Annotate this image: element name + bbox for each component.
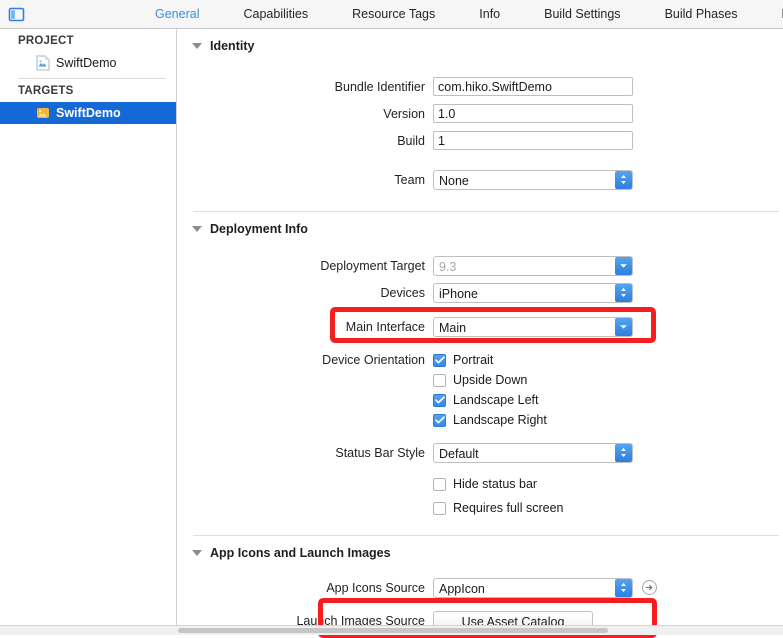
deployment-target-label: Deployment Target bbox=[177, 259, 433, 273]
checkbox-landscape-right[interactable] bbox=[433, 414, 446, 427]
section-identity: Identity Bundle Identifier com.hiko.Swif… bbox=[177, 29, 783, 211]
row-device-orientation-portrait: Device Orientation Portrait bbox=[177, 350, 783, 370]
sidebar-project-label: SwiftDemo bbox=[56, 56, 116, 70]
section-app-icons-launch-images: App Icons and Launch Images App Icons So… bbox=[177, 535, 783, 626]
build-input[interactable]: 1 bbox=[433, 131, 633, 150]
reveal-arrow-icon[interactable] bbox=[642, 580, 657, 595]
use-asset-catalog-button[interactable]: Use Asset Catalog bbox=[433, 611, 593, 627]
checkbox-hide-status-bar[interactable] bbox=[433, 478, 446, 491]
disclosure-triangle-icon[interactable] bbox=[192, 43, 202, 49]
horizontal-scrollbar[interactable] bbox=[0, 625, 783, 635]
row-requires-full-screen: Requires full screen bbox=[177, 498, 783, 518]
checkbox-portrait-label: Portrait bbox=[453, 353, 493, 367]
sidebar-item-target-swiftdemo[interactable]: SwiftDemo bbox=[0, 102, 176, 124]
devices-popup[interactable]: iPhone bbox=[433, 283, 633, 303]
disclosure-triangle-icon[interactable] bbox=[192, 550, 202, 556]
device-orientation-label: Device Orientation bbox=[177, 353, 433, 367]
checkbox-requires-full-screen-label: Requires full screen bbox=[453, 501, 563, 515]
row-deployment-target: Deployment Target 9.3 bbox=[177, 252, 783, 279]
row-device-orientation-landscape-left: Landscape Left bbox=[177, 390, 783, 410]
build-label: Build bbox=[177, 134, 433, 148]
tab-capabilities[interactable]: Capabilities bbox=[221, 0, 330, 28]
project-file-icon bbox=[36, 55, 50, 71]
chevron-down-icon[interactable] bbox=[615, 257, 632, 275]
bundle-identifier-input[interactable]: com.hiko.SwiftDemo bbox=[433, 77, 633, 96]
app-icons-source-label: App Icons Source bbox=[177, 581, 433, 595]
row-launch-images-source: Launch Images Source Use Asset Catalog bbox=[177, 607, 783, 626]
row-main-interface: Main Interface Main bbox=[177, 313, 783, 340]
checkbox-hide-status-bar-label: Hide status bar bbox=[453, 477, 537, 491]
general-settings-pane: Identity Bundle Identifier com.hiko.Swif… bbox=[177, 29, 783, 626]
sidebar-group-project: PROJECT bbox=[0, 29, 176, 52]
status-bar-style-label: Status Bar Style bbox=[177, 446, 433, 460]
row-build: Build 1 bbox=[177, 127, 783, 154]
row-app-icons-source: App Icons Source AppIcon bbox=[177, 574, 783, 601]
app-target-icon bbox=[36, 105, 50, 121]
main-interface-combo[interactable]: Main bbox=[433, 317, 633, 337]
tab-build-rules[interactable]: Build Rules bbox=[760, 0, 783, 28]
horizontal-scrollbar-thumb[interactable] bbox=[178, 628, 608, 633]
tab-list: General Capabilities Resource Tags Info … bbox=[133, 0, 783, 28]
status-bar-style-popup[interactable]: Default bbox=[433, 443, 633, 463]
row-device-orientation-landscape-right: Landscape Right bbox=[177, 410, 783, 430]
devices-label: Devices bbox=[177, 286, 433, 300]
chevron-updown-icon[interactable] bbox=[615, 579, 632, 597]
checkbox-landscape-left[interactable] bbox=[433, 394, 446, 407]
app-icons-source-popup[interactable]: AppIcon bbox=[433, 578, 633, 598]
checkbox-portrait[interactable] bbox=[433, 354, 446, 367]
row-team: Team None bbox=[177, 166, 783, 193]
row-hide-status-bar: Hide status bar bbox=[177, 474, 783, 494]
checkbox-requires-full-screen[interactable] bbox=[433, 502, 446, 515]
version-input[interactable]: 1.0 bbox=[433, 104, 633, 123]
tab-bar: General Capabilities Resource Tags Info … bbox=[0, 0, 783, 29]
sidebar-group-targets: TARGETS bbox=[0, 79, 176, 102]
tab-build-phases[interactable]: Build Phases bbox=[643, 0, 760, 28]
disclosure-triangle-icon[interactable] bbox=[192, 226, 202, 232]
row-device-orientation-upside-down: Upside Down bbox=[177, 370, 783, 390]
section-deployment-info: Deployment Info Deployment Target 9.3 De… bbox=[177, 211, 783, 535]
bundle-identifier-label: Bundle Identifier bbox=[177, 80, 433, 94]
checkbox-landscape-right-label: Landscape Right bbox=[453, 413, 547, 427]
sidebar-target-label: SwiftDemo bbox=[56, 106, 121, 120]
sidebar-item-project-swiftdemo[interactable]: SwiftDemo bbox=[0, 52, 176, 74]
tab-info[interactable]: Info bbox=[457, 0, 522, 28]
section-deployment-title: Deployment Info bbox=[210, 222, 308, 236]
team-label: Team bbox=[177, 173, 433, 187]
checkbox-upside-down[interactable] bbox=[433, 374, 446, 387]
row-devices: Devices iPhone bbox=[177, 279, 783, 306]
checkbox-upside-down-label: Upside Down bbox=[453, 373, 527, 387]
chevron-updown-icon[interactable] bbox=[615, 444, 632, 462]
main-interface-label: Main Interface bbox=[177, 320, 433, 334]
section-identity-header[interactable]: Identity bbox=[177, 29, 783, 59]
row-bundle-identifier: Bundle Identifier com.hiko.SwiftDemo bbox=[177, 73, 783, 100]
version-label: Version bbox=[177, 107, 433, 121]
row-status-bar-style: Status Bar Style Default bbox=[177, 439, 783, 466]
chevron-updown-icon[interactable] bbox=[615, 171, 632, 189]
section-app-icons-header[interactable]: App Icons and Launch Images bbox=[177, 536, 783, 566]
section-deployment-header[interactable]: Deployment Info bbox=[177, 212, 783, 242]
tab-resource-tags[interactable]: Resource Tags bbox=[330, 0, 457, 28]
tab-general[interactable]: General bbox=[133, 0, 221, 28]
team-popup[interactable]: None bbox=[433, 170, 633, 190]
project-targets-sidebar: PROJECT SwiftDemo TARGETS SwiftDemo bbox=[0, 29, 177, 626]
chevron-down-icon[interactable] bbox=[615, 318, 632, 336]
deployment-target-combo[interactable]: 9.3 bbox=[433, 256, 633, 276]
section-identity-title: Identity bbox=[210, 39, 254, 53]
section-app-icons-title: App Icons and Launch Images bbox=[210, 546, 391, 560]
tab-build-settings[interactable]: Build Settings bbox=[522, 0, 642, 28]
chevron-updown-icon[interactable] bbox=[615, 284, 632, 302]
row-version: Version 1.0 bbox=[177, 100, 783, 127]
panel-toggle-icon[interactable] bbox=[8, 3, 25, 25]
checkbox-landscape-left-label: Landscape Left bbox=[453, 393, 539, 407]
